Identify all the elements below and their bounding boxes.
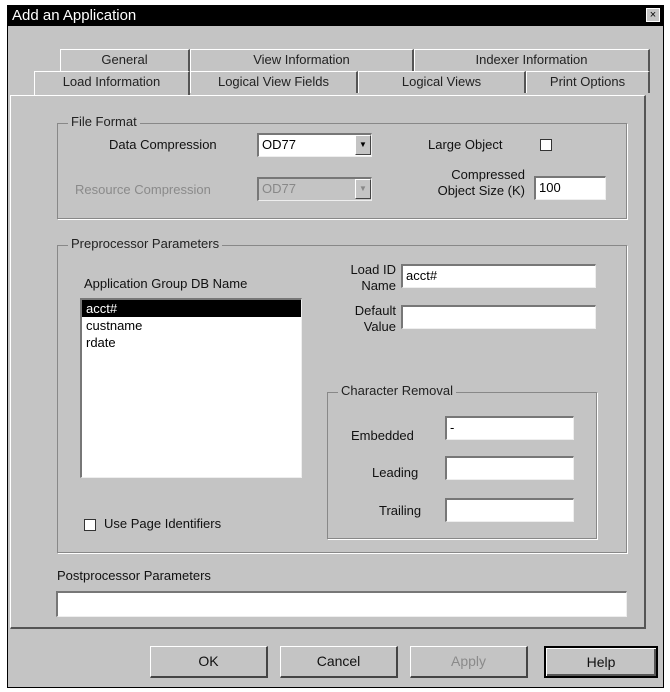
- leading-input[interactable]: [445, 456, 574, 480]
- data-compression-label: Data Compression: [109, 137, 217, 152]
- default-value-input[interactable]: [401, 305, 596, 329]
- help-button[interactable]: Help: [544, 646, 658, 678]
- window-title: Add an Application: [12, 7, 137, 24]
- title-bar: Add an Application ×: [7, 5, 664, 26]
- close-icon[interactable]: ×: [646, 8, 660, 22]
- tab-load-information[interactable]: Load Information: [34, 71, 190, 96]
- compressed-size-label-line2: Object Size (K): [437, 183, 525, 198]
- chevron-down-icon[interactable]: ▼: [355, 179, 371, 199]
- data-compression-value: OD77: [262, 137, 296, 152]
- db-name-listbox[interactable]: acct# custname rdate: [80, 298, 302, 478]
- db-name-label: Application Group DB Name: [84, 276, 248, 291]
- postprocessor-label: Postprocessor Parameters: [57, 568, 211, 583]
- default-value-label-line2: Value: [363, 319, 396, 334]
- load-id-label: Load ID Name: [320, 262, 396, 294]
- cancel-button[interactable]: Cancel: [280, 646, 398, 678]
- tab-indexer-information[interactable]: Indexer Information: [414, 49, 650, 71]
- preprocessor-legend: Preprocessor Parameters: [68, 236, 223, 251]
- large-object-checkbox[interactable]: [540, 139, 552, 151]
- file-format-legend: File Format: [68, 114, 140, 129]
- resource-compression-value: OD77: [262, 181, 296, 196]
- postprocessor-input[interactable]: [56, 591, 627, 617]
- ok-button[interactable]: OK: [150, 646, 268, 678]
- list-item[interactable]: rdate: [82, 334, 301, 351]
- tab-logical-view-fields[interactable]: Logical View Fields: [190, 71, 358, 93]
- character-removal-legend: Character Removal: [338, 383, 456, 398]
- tab-view-information[interactable]: View Information: [190, 49, 414, 71]
- list-item[interactable]: acct#: [82, 300, 301, 317]
- resource-compression-label: Resource Compression: [75, 182, 211, 197]
- apply-button[interactable]: Apply: [410, 646, 528, 678]
- tab-print-options[interactable]: Print Options: [526, 71, 650, 93]
- default-value-label: Default Value: [320, 303, 396, 335]
- data-compression-select[interactable]: OD77 ▼: [257, 133, 372, 157]
- tab-general[interactable]: General: [60, 49, 190, 71]
- resource-compression-select[interactable]: OD77 ▼: [257, 177, 372, 201]
- trailing-input[interactable]: [445, 498, 574, 522]
- compressed-size-label: Compressed Object Size (K): [405, 167, 525, 199]
- use-page-identifiers-label[interactable]: Use Page Identifiers: [104, 516, 221, 531]
- load-id-label-line1: Load ID: [350, 262, 396, 277]
- embedded-input[interactable]: -: [445, 416, 574, 440]
- chevron-down-icon[interactable]: ▼: [355, 135, 371, 155]
- tab-logical-views[interactable]: Logical Views: [358, 71, 526, 93]
- default-value-label-line1: Default: [354, 303, 396, 318]
- large-object-label: Large Object: [428, 137, 503, 152]
- compressed-size-input[interactable]: 100: [534, 176, 606, 200]
- compressed-size-label-line1: Compressed: [451, 167, 525, 182]
- load-id-label-line2: Name: [361, 278, 396, 293]
- leading-label: Leading: [372, 465, 419, 480]
- trailing-label: Trailing: [379, 503, 422, 518]
- load-id-input[interactable]: acct#: [401, 264, 596, 288]
- embedded-label: Embedded: [351, 428, 414, 443]
- list-item[interactable]: custname: [82, 317, 301, 334]
- use-page-identifiers-checkbox[interactable]: [84, 519, 96, 531]
